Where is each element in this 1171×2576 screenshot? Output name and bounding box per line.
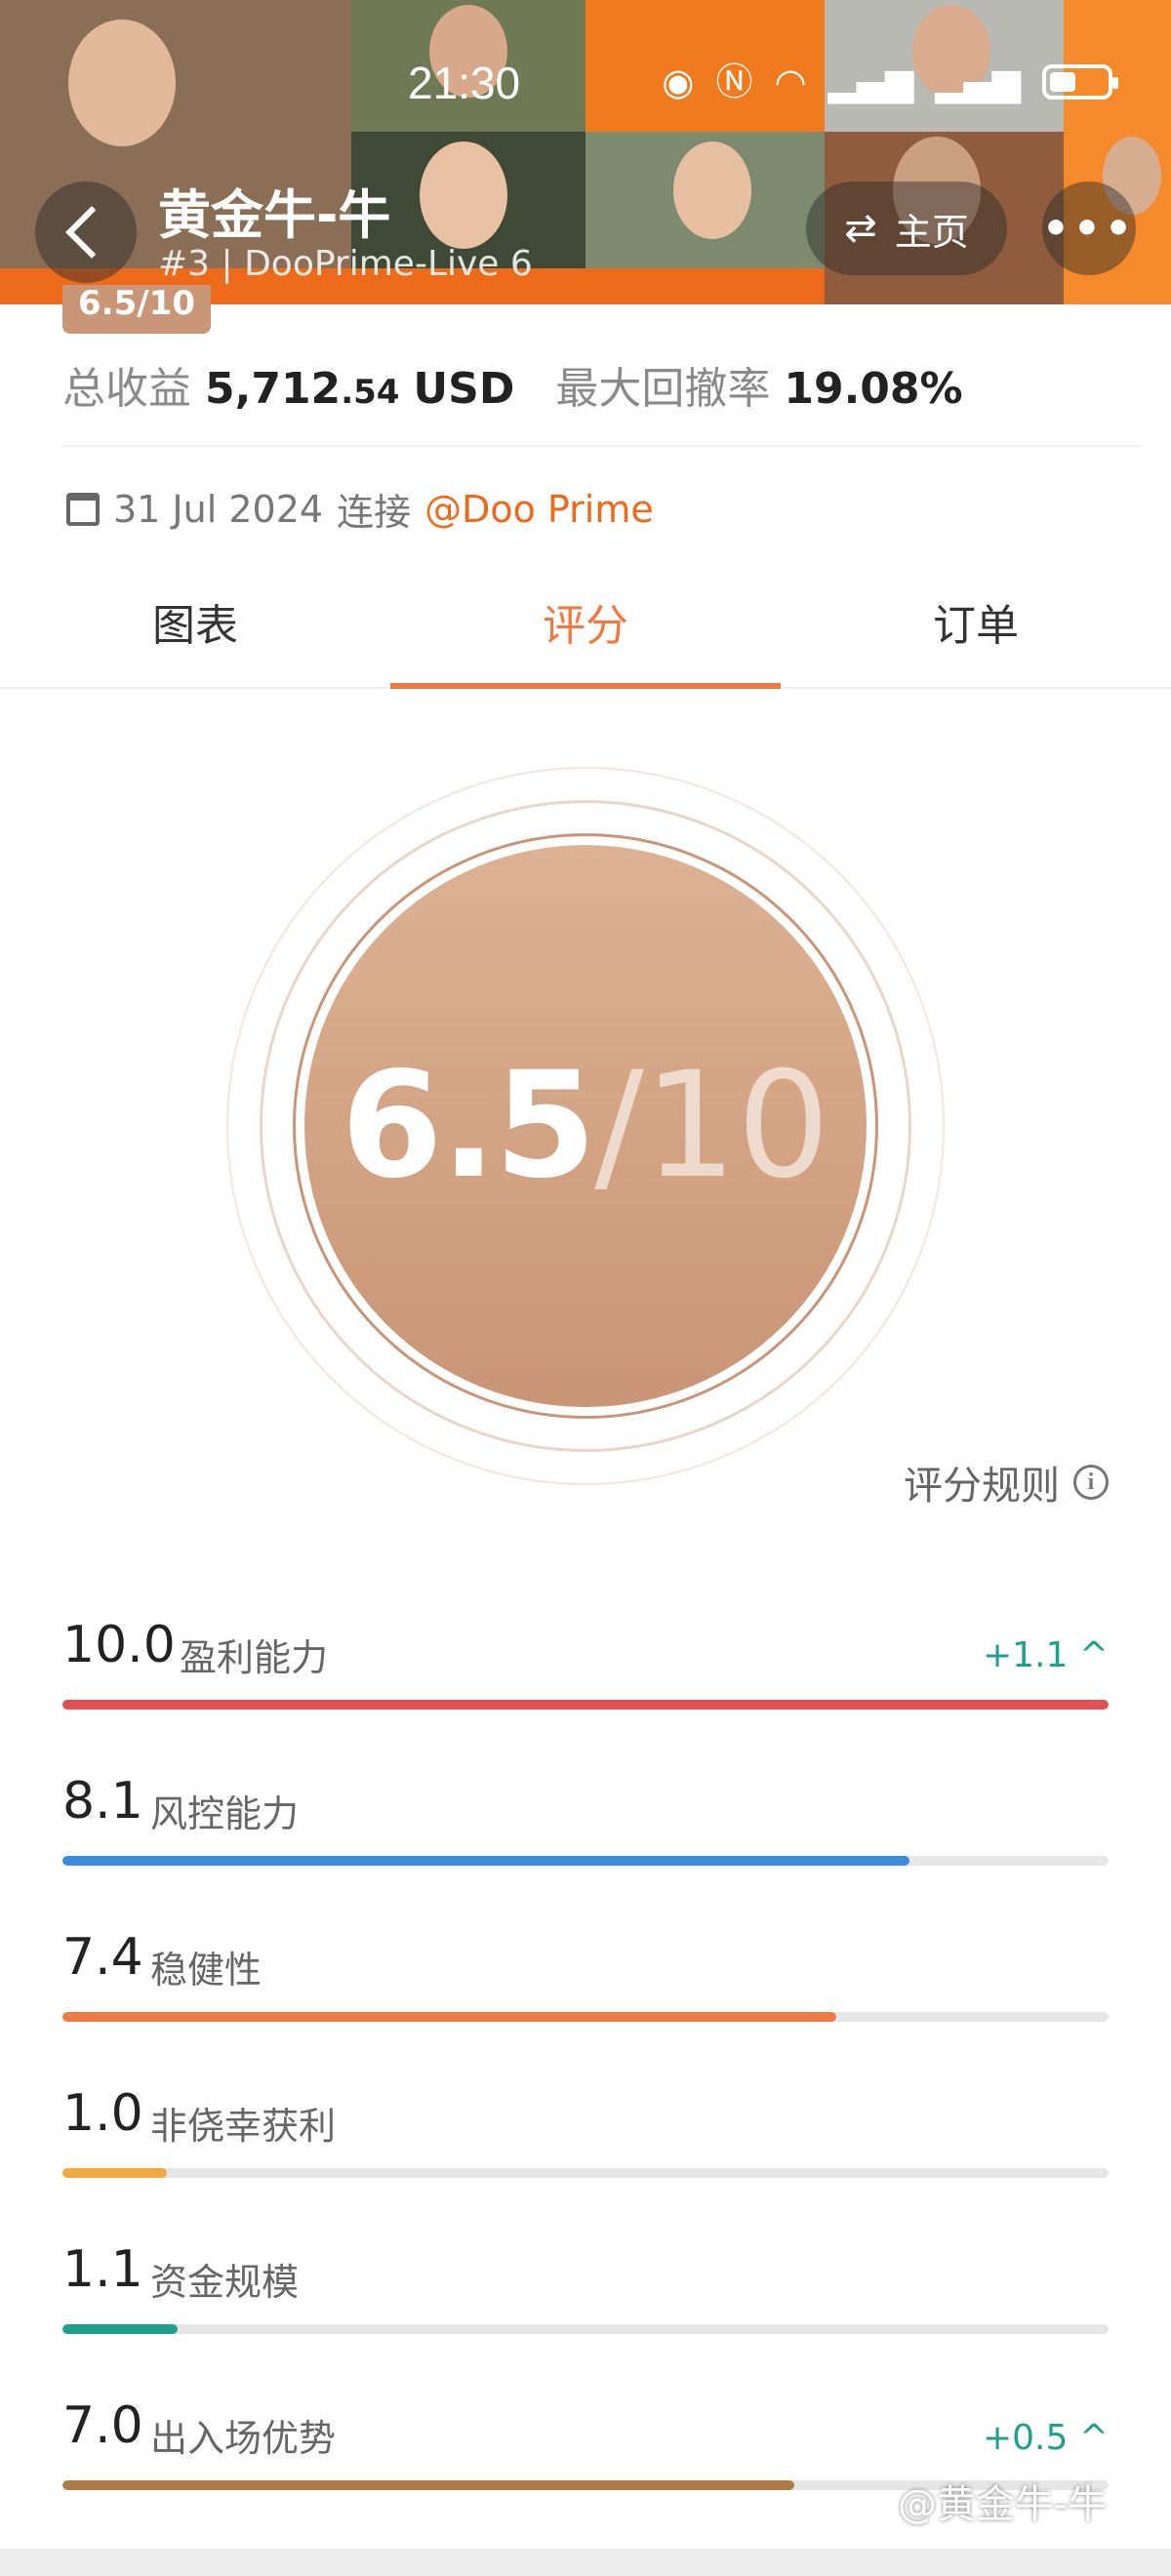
- battery-icon: [1042, 64, 1118, 100]
- metric-value: 7.0: [62, 2396, 143, 2455]
- metric-bar-fill: [62, 2324, 178, 2334]
- tab-score[interactable]: 评分: [390, 566, 781, 689]
- more-button[interactable]: •••: [1042, 181, 1136, 275]
- status-time: 21:30: [408, 58, 521, 108]
- metric-label: 稳健性: [150, 1949, 262, 1992]
- divider: [62, 445, 1142, 447]
- metric-label: 盈利能力: [180, 1636, 329, 1679]
- home-button[interactable]: ⇄ 主页: [806, 181, 1007, 275]
- trader-name: 黄金牛-牛: [158, 184, 391, 246]
- metric-label: 风控能力: [150, 1792, 300, 1835]
- metric-value: 7.4: [62, 1928, 143, 1987]
- profit-label: 总收益: [62, 364, 191, 414]
- swap-icon: ⇄: [844, 206, 877, 251]
- bottom-strip: [0, 2549, 1171, 2576]
- metric-bar: [62, 2168, 1109, 2178]
- metric-bar: [62, 2324, 1109, 2334]
- drawdown-value: 19.08%: [784, 364, 963, 414]
- wifi-icon: ◠: [774, 60, 807, 103]
- metric-value: 8.1: [62, 1772, 143, 1831]
- tab-chart[interactable]: 图表: [0, 566, 390, 687]
- profit-value: 5,712: [205, 364, 342, 414]
- stats-row: 总收益 5,712.54 USD 最大回撤率 19.08%: [62, 353, 963, 416]
- metric-delta: +0.5 ^: [982, 2418, 1109, 2458]
- metric-non-luck: 1.0 非侥幸获利: [62, 2084, 1109, 2201]
- drawdown-label: 最大回撤率: [555, 364, 771, 414]
- metric-bar: [62, 1856, 1109, 1866]
- watermark: @黄金牛-牛: [898, 2482, 1108, 2527]
- metric-bar: [62, 2012, 1109, 2022]
- metric-value: 1.0: [62, 2084, 143, 2143]
- chevron-left-icon: [65, 206, 118, 259]
- back-button[interactable]: [35, 181, 137, 283]
- metric-risk-control: 8.1 风控能力: [62, 1772, 1109, 1889]
- metric-value: 10.0: [62, 1616, 176, 1674]
- connection-text: 连接: [337, 491, 412, 534]
- score-rules-link[interactable]: 评分规则 i: [904, 1454, 1109, 1510]
- profit-cents: .54: [341, 373, 400, 412]
- metric-value: 1.1: [62, 2240, 143, 2299]
- score-chip: 6.5/10: [62, 285, 211, 334]
- info-icon: i: [1073, 1465, 1109, 1500]
- profit-unit: USD: [413, 364, 515, 414]
- eye-icon: ◉: [662, 60, 695, 103]
- profile-banner: 21:30 ◉ Ⓝ ◠ ▂▄▆ ▂▄▆ 黄金牛-牛 #3 | DooPrime-…: [0, 0, 1171, 304]
- broker-link[interactable]: @Doo Prime: [424, 488, 654, 531]
- metric-label: 非侥幸获利: [150, 2105, 337, 2148]
- home-button-label: 主页: [894, 210, 969, 254]
- tab-bar: 图表 评分 订单: [0, 566, 1171, 689]
- status-icons: ◉ Ⓝ ◠ ▂▄▆ ▂▄▆: [662, 60, 1118, 103]
- metric-delta: +1.1 ^: [982, 1635, 1109, 1675]
- metric-label: 资金规模: [150, 2261, 300, 2304]
- metric-capital-scale: 1.1 资金规模: [62, 2240, 1109, 2357]
- signal-icon: ▂▄▆: [828, 60, 914, 103]
- status-bar: 21:30 ◉ Ⓝ ◠ ▂▄▆ ▂▄▆: [0, 57, 1171, 115]
- nfc-icon: Ⓝ: [715, 60, 753, 103]
- score-badge: 6.5/10: [304, 845, 867, 1407]
- connection-info: 31 Jul 2024 连接 @Doo Prime: [66, 482, 654, 536]
- avatar-tile: [586, 132, 825, 268]
- metric-stability: 7.4 稳健性: [62, 1928, 1109, 2045]
- metric-bar-fill: [62, 2480, 795, 2490]
- more-icon: •••: [1041, 203, 1137, 254]
- signal-icon: ▂▄▆: [935, 60, 1021, 103]
- metric-bar-fill: [62, 1856, 910, 1866]
- connection-date: 31 Jul 2024: [113, 487, 324, 531]
- metric-bar-fill: [62, 2168, 168, 2178]
- score-value: 6.5: [341, 1041, 596, 1211]
- metric-profitability: 10.0 盈利能力 +1.1 ^: [62, 1616, 1109, 1733]
- calendar-icon: [66, 492, 100, 526]
- metric-bar: [62, 1700, 1109, 1710]
- trader-account: #3 | DooPrime-Live 6: [158, 244, 533, 284]
- metric-label: 出入场优势: [150, 2417, 337, 2460]
- tab-orders[interactable]: 订单: [781, 566, 1171, 687]
- metric-bar-fill: [62, 1700, 1109, 1710]
- metric-bar-fill: [62, 2012, 837, 2022]
- score-max: /10: [594, 1041, 830, 1211]
- score-rules-label: 评分规则: [904, 1464, 1060, 1509]
